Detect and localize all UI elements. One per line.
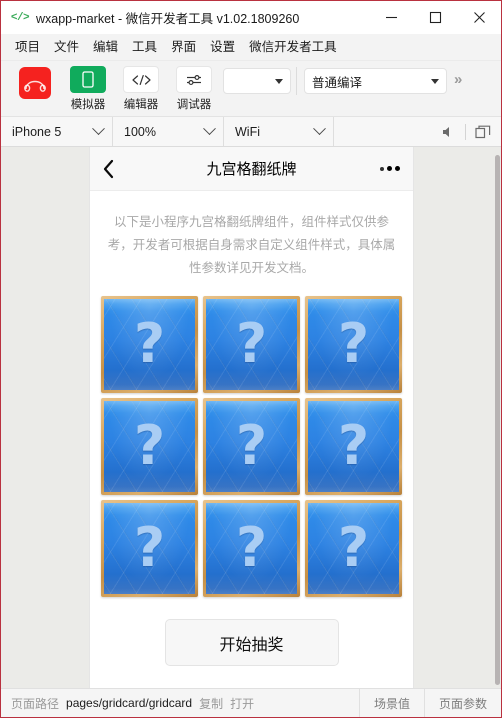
- page-path-value: pages/gridcard/gridcard: [66, 696, 193, 710]
- main-toolbar: 模拟器 编辑器 调试器 普通编译 »: [1, 61, 501, 116]
- card-question-mark: ?: [133, 515, 166, 579]
- start-draw-button[interactable]: 开始抽奖: [164, 619, 339, 667]
- editor-label: 编辑器: [123, 99, 159, 111]
- environment-select[interactable]: [223, 68, 291, 94]
- grid-card[interactable]: ?: [305, 500, 402, 598]
- grid-card[interactable]: ?: [101, 500, 198, 598]
- grid-card[interactable]: ?: [101, 398, 198, 496]
- status-bar-left: 页面路径 pages/gridcard/gridcard 复制 打开: [1, 689, 359, 717]
- compile-mode-value: 普通编译: [312, 75, 363, 90]
- card-back-face: ?: [206, 299, 297, 391]
- chevron-down-icon: [275, 78, 283, 84]
- work-area: 九宫格翻纸牌 以下是小程序九宫格翻纸牌组件，组件样式仅供参考，开发者可根据自身需…: [1, 147, 501, 688]
- icon-divider: [465, 123, 466, 140]
- simulator-toggle-button[interactable]: 模拟器: [64, 66, 112, 112]
- debugger-label: 调试器: [176, 99, 212, 111]
- zoom-select-value: 100%: [124, 124, 156, 139]
- page-title: 九宫格翻纸牌: [206, 161, 297, 178]
- page-description: 以下是小程序九宫格翻纸牌组件，组件样式仅供参考，开发者可根据自身需求自定义组件样…: [107, 215, 396, 276]
- card-back-face: ?: [104, 401, 195, 493]
- chevron-down-icon: [92, 122, 105, 136]
- simulator-screen: 九宫格翻纸牌 以下是小程序九宫格翻纸牌组件，组件样式仅供参考，开发者可根据自身需…: [89, 147, 414, 688]
- page-params-button[interactable]: 页面参数: [423, 689, 501, 717]
- card-question-mark: ?: [235, 413, 268, 477]
- simulator-right-padding: [414, 147, 501, 688]
- vertical-scrollbar[interactable]: [495, 155, 500, 685]
- network-select-value: WiFi: [235, 124, 260, 139]
- card-question-mark: ?: [235, 311, 268, 375]
- gridcard-grid: ? ? ? ? ? ? ? ? ?: [101, 296, 402, 598]
- scene-value-button[interactable]: 场景值: [358, 689, 424, 717]
- code-icon: [123, 66, 159, 93]
- card-back-face: ?: [104, 299, 195, 391]
- card-back-face: ?: [308, 503, 399, 595]
- card-back-face: ?: [206, 503, 297, 595]
- menu-item-file[interactable]: 文件: [47, 34, 86, 61]
- zoom-select[interactable]: 100%: [113, 117, 224, 146]
- code-brackets-icon: </>: [10, 11, 30, 24]
- window-controls: [369, 1, 501, 34]
- toolbar-divider: [296, 67, 297, 95]
- device-bar-icons: [441, 117, 501, 146]
- devtools-logo-button[interactable]: [11, 66, 59, 99]
- copy-path-button[interactable]: 复制: [199, 695, 223, 712]
- windows-toggle-icon[interactable]: [475, 125, 491, 139]
- grid-card[interactable]: ?: [203, 296, 300, 394]
- title-bar: </> wxapp-market - 微信开发者工具 v1.02.1809260: [1, 1, 501, 34]
- device-bar-spacer: [334, 117, 441, 146]
- menu-item-tools[interactable]: 工具: [125, 34, 164, 61]
- card-question-mark: ?: [235, 515, 268, 579]
- minimize-button[interactable]: [369, 1, 413, 34]
- card-back-face: ?: [104, 503, 195, 595]
- speaker-icon[interactable]: [441, 125, 456, 139]
- device-select-value: iPhone 5: [12, 124, 62, 139]
- menu-item-devtools[interactable]: 微信开发者工具: [242, 34, 344, 61]
- open-path-button[interactable]: 打开: [230, 695, 254, 712]
- menu-bar: 项目 文件 编辑 工具 界面 设置 微信开发者工具: [1, 34, 501, 61]
- grid-card[interactable]: ?: [203, 398, 300, 496]
- card-back-face: ?: [308, 401, 399, 493]
- compile-mode-select[interactable]: 普通编译: [304, 68, 447, 94]
- card-back-face: ?: [206, 401, 297, 493]
- grid-card[interactable]: ?: [305, 296, 402, 394]
- card-question-mark: ?: [337, 311, 370, 375]
- window-title: wxapp-market - 微信开发者工具 v1.02.1809260: [36, 12, 300, 26]
- mini-program-body: 以下是小程序九宫格翻纸牌组件，组件样式仅供参考，开发者可根据自身需求自定义组件样…: [90, 191, 413, 688]
- status-bar: 页面路径 pages/gridcard/gridcard 复制 打开 场景值 页…: [1, 688, 501, 717]
- menu-item-project[interactable]: 项目: [8, 34, 47, 61]
- grid-card[interactable]: ?: [101, 296, 198, 394]
- more-dots-icon[interactable]: [380, 166, 400, 171]
- grid-card[interactable]: ?: [203, 500, 300, 598]
- close-button[interactable]: [457, 1, 501, 34]
- card-back-face: ?: [308, 299, 399, 391]
- sliders-icon: [176, 66, 212, 93]
- device-bar: iPhone 5 100% WiFi: [1, 116, 501, 147]
- debugger-toggle-button[interactable]: 调试器: [170, 66, 218, 112]
- card-question-mark: ?: [337, 413, 370, 477]
- device-select[interactable]: iPhone 5: [1, 117, 113, 146]
- page-path-label: 页面路径: [11, 696, 60, 711]
- wechat-devtools-logo-icon: [19, 67, 51, 99]
- network-select[interactable]: WiFi: [224, 117, 334, 146]
- card-question-mark: ?: [337, 515, 370, 579]
- mini-program-navbar: 九宫格翻纸牌: [90, 147, 413, 191]
- chevron-down-icon: [313, 122, 326, 136]
- simulator-left-padding: [1, 147, 89, 688]
- menu-item-settings[interactable]: 设置: [203, 34, 242, 61]
- app-window: </> wxapp-market - 微信开发者工具 v1.02.1809260…: [0, 0, 502, 718]
- card-question-mark: ?: [133, 413, 166, 477]
- simulator-label: 模拟器: [70, 99, 106, 111]
- draw-button-wrapper: 开始抽奖: [104, 619, 399, 667]
- grid-card[interactable]: ?: [305, 398, 402, 496]
- editor-toggle-button[interactable]: 编辑器: [117, 66, 165, 112]
- maximize-button[interactable]: [413, 1, 457, 34]
- card-question-mark: ?: [133, 311, 166, 375]
- chevron-down-icon: [203, 122, 216, 136]
- back-chevron-icon[interactable]: [103, 159, 125, 179]
- phone-icon: [70, 66, 106, 93]
- menu-item-edit[interactable]: 编辑: [86, 34, 125, 61]
- menu-item-view[interactable]: 界面: [164, 34, 203, 61]
- chevron-down-icon: [431, 78, 439, 84]
- toolbar-overflow-button[interactable]: »: [454, 71, 462, 88]
